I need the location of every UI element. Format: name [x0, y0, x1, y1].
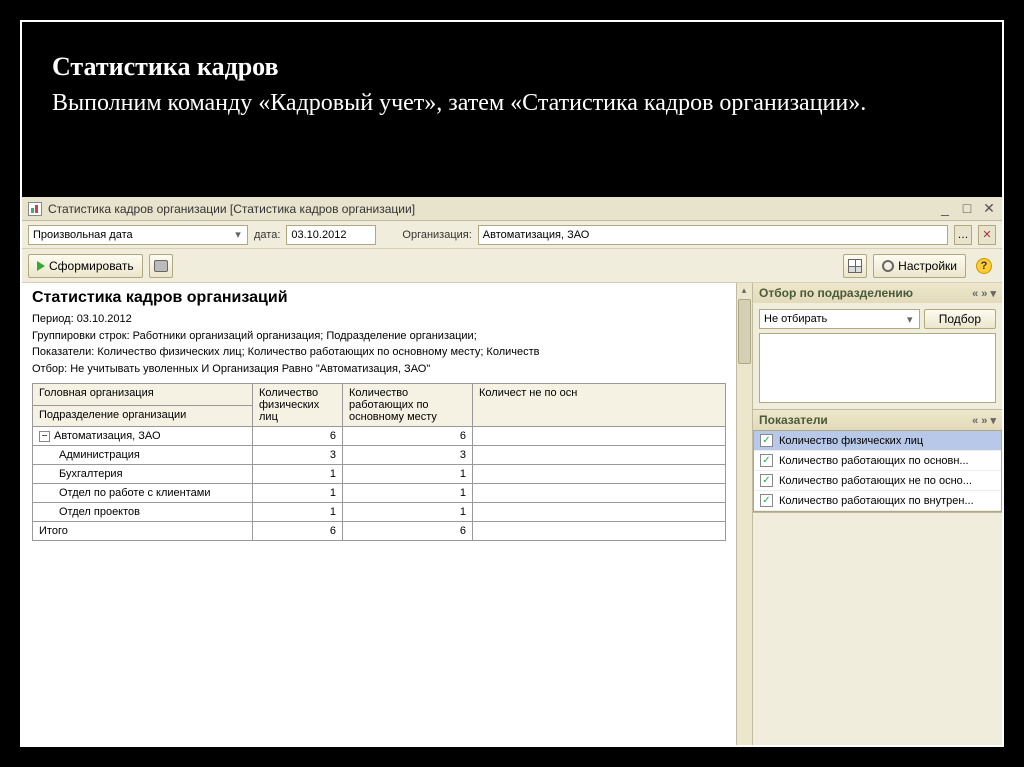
window-title: Статистика кадров организации [Статистик…	[48, 202, 938, 216]
row-val2: 3	[343, 446, 473, 465]
indicators-panel-header: Показатели « » ▾	[753, 410, 1002, 430]
filter-mode-combo[interactable]: Не отбирать ▾	[759, 309, 920, 329]
app-window: Статистика кадров организации [Статистик…	[22, 197, 1002, 745]
header-count-main: Количество работающих по основному месту	[343, 384, 473, 427]
report-indicators: Показатели: Количество физических лиц; К…	[32, 344, 726, 361]
checkbox-icon[interactable]: ✓	[760, 454, 773, 467]
indicator-label: Количество работающих не по осно...	[779, 475, 972, 487]
report-title: Статистика кадров организаций	[32, 289, 726, 307]
date-label: дата:	[254, 229, 280, 241]
panel-tools[interactable]: « » ▾	[972, 414, 996, 427]
table-row: Отдел проектов 1 1	[33, 503, 726, 522]
indicator-item[interactable]: ✓ Количество работающих по основн...	[754, 451, 1001, 471]
tree-collapse-icon[interactable]: −	[39, 431, 50, 442]
scroll-thumb[interactable]	[738, 299, 751, 364]
row-val1: 1	[253, 484, 343, 503]
header-org: Головная организация	[33, 384, 253, 406]
header-dept: Подразделение организации	[33, 405, 253, 427]
filter-listbox[interactable]	[759, 333, 996, 403]
row-label: Бухгалтерия	[39, 468, 123, 480]
panel-tools[interactable]: « » ▾	[972, 287, 996, 300]
org-label: Организация:	[402, 229, 471, 241]
slide-title: Статистика кадров	[22, 22, 1002, 86]
row-val2: 1	[343, 465, 473, 484]
table-row: Администрация 3 3	[33, 446, 726, 465]
close-button[interactable]: ✕	[982, 200, 996, 217]
maximize-button[interactable]: □	[960, 200, 974, 217]
pick-button-label: Подбор	[939, 312, 981, 326]
vertical-scrollbar[interactable]: ▴	[736, 283, 752, 745]
period-mode-value: Произвольная дата	[33, 229, 231, 241]
indicators-panel-title: Показатели	[759, 413, 828, 427]
slide-text: Выполним команду «Кадровый учет», затем …	[22, 86, 1002, 131]
side-panel: Отбор по подразделению « » ▾ Не отбирать…	[752, 283, 1002, 745]
play-icon	[37, 261, 45, 271]
header-count-phys: Количество физических лиц	[253, 384, 343, 427]
table-row: Отдел по работе с клиентами 1 1	[33, 484, 726, 503]
table-total-row: Итого 6 6	[33, 522, 726, 541]
total-val2: 6	[343, 522, 473, 541]
org-select-button[interactable]: …	[954, 225, 972, 245]
report-groupings: Группировки строк: Работники организаций…	[32, 328, 726, 345]
row-label: Администрация	[39, 449, 140, 461]
total-val1: 6	[253, 522, 343, 541]
indicator-item[interactable]: ✓ Количество работающих не по осно...	[754, 471, 1001, 491]
row-val2: 1	[343, 503, 473, 522]
minimize-button[interactable]: _	[938, 200, 952, 217]
row-label: Автоматизация, ЗАО	[54, 430, 161, 442]
chevron-down-icon[interactable]: ▾	[903, 313, 917, 326]
indicator-item[interactable]: ✓ Количество физических лиц	[754, 431, 1001, 451]
row-val1: 3	[253, 446, 343, 465]
layout-button[interactable]	[843, 254, 867, 278]
filter-mode-value: Не отбирать	[764, 313, 903, 325]
org-input[interactable]: Автоматизация, ЗАО	[478, 225, 948, 245]
row-val1: 1	[253, 503, 343, 522]
pick-button[interactable]: Подбор	[924, 309, 996, 329]
help-icon: ?	[976, 258, 992, 274]
app-icon	[28, 202, 42, 216]
filter-panel-title: Отбор по подразделению	[759, 286, 913, 300]
period-mode-combo[interactable]: Произвольная дата ▾	[28, 225, 248, 245]
window-titlebar: Статистика кадров организации [Статистик…	[22, 197, 1002, 221]
filter-toolbar: Произвольная дата ▾ дата: 03.10.2012 Орг…	[22, 221, 1002, 249]
header-count-notmain: Количест не по осн	[473, 384, 726, 427]
date-input[interactable]: 03.10.2012	[286, 225, 376, 245]
indicator-label: Количество физических лиц	[779, 435, 923, 447]
report-filter: Отбор: Не учитывать уволенных И Организа…	[32, 361, 726, 378]
checkbox-icon[interactable]: ✓	[760, 434, 773, 447]
action-toolbar: Сформировать Настройки ?	[22, 249, 1002, 283]
checkbox-icon[interactable]: ✓	[760, 474, 773, 487]
indicator-label: Количество работающих по основн...	[779, 455, 969, 467]
indicators-list: ✓ Количество физических лиц ✓ Количество…	[753, 430, 1002, 512]
row-val2: 1	[343, 484, 473, 503]
row-val1: 6	[253, 427, 343, 446]
table-row: Бухгалтерия 1 1	[33, 465, 726, 484]
row-label: Отдел по работе с клиентами	[39, 487, 211, 499]
form-button-label: Сформировать	[49, 259, 134, 273]
total-label: Итого	[33, 522, 253, 541]
report-period: Период: 03.10.2012	[32, 311, 726, 328]
filter-panel-header: Отбор по подразделению « » ▾	[753, 283, 1002, 303]
help-button[interactable]: ?	[972, 254, 996, 278]
indicator-label: Количество работающих по внутрен...	[779, 495, 974, 507]
gear-icon	[882, 260, 894, 272]
report-meta: Период: 03.10.2012 Группировки строк: Ра…	[32, 311, 726, 377]
print-button[interactable]	[149, 254, 173, 278]
report-area: Статистика кадров организаций Период: 03…	[22, 283, 736, 745]
settings-button[interactable]: Настройки	[873, 254, 966, 278]
chevron-down-icon[interactable]: ▾	[231, 228, 245, 241]
table-icon	[848, 259, 862, 273]
report-table: Головная организация Количество физическ…	[32, 383, 726, 541]
checkbox-icon[interactable]: ✓	[760, 494, 773, 507]
indicator-item[interactable]: ✓ Количество работающих по внутрен...	[754, 491, 1001, 511]
settings-button-label: Настройки	[898, 259, 957, 273]
row-label: Отдел проектов	[39, 506, 140, 518]
scroll-up-icon[interactable]: ▴	[737, 283, 751, 297]
row-val1: 1	[253, 465, 343, 484]
form-button[interactable]: Сформировать	[28, 254, 143, 278]
row-val2: 6	[343, 427, 473, 446]
printer-icon	[154, 260, 168, 272]
table-row: −Автоматизация, ЗАО 6 6	[33, 427, 726, 446]
org-clear-button[interactable]: ✕	[978, 225, 996, 245]
